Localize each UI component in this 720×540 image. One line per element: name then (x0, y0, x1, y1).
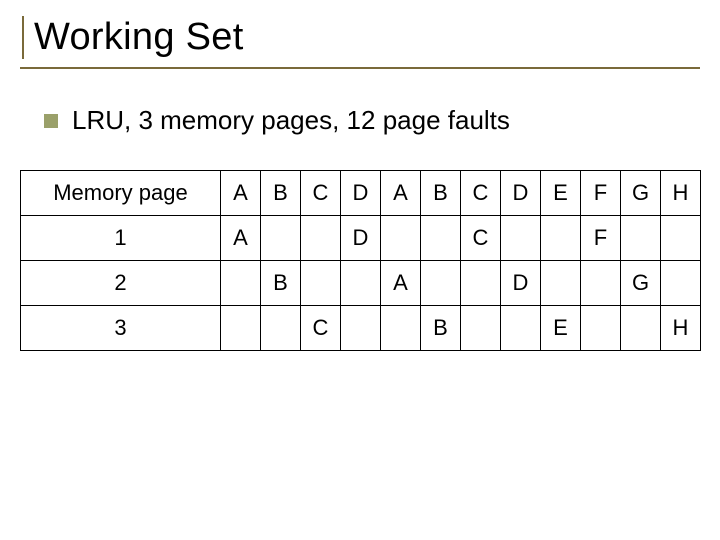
cell: D (341, 216, 381, 261)
cell (501, 306, 541, 351)
bullet-row: LRU, 3 memory pages, 12 page faults (44, 105, 700, 136)
cell (341, 261, 381, 306)
cell: A (221, 216, 261, 261)
col-header: B (261, 171, 301, 216)
row-label: 3 (21, 306, 221, 351)
cell: C (301, 306, 341, 351)
cell: A (381, 261, 421, 306)
cell (381, 306, 421, 351)
cell: C (461, 216, 501, 261)
cell (661, 261, 701, 306)
slide-title: Working Set (34, 16, 700, 59)
cell (341, 306, 381, 351)
cell (261, 216, 301, 261)
cell (461, 261, 501, 306)
bullet-text: LRU, 3 memory pages, 12 page faults (72, 105, 510, 136)
row-label: 1 (21, 216, 221, 261)
cell: D (501, 261, 541, 306)
cell (621, 306, 661, 351)
table-row: 1 A D C F (21, 216, 701, 261)
col-header: E (541, 171, 581, 216)
cell (421, 261, 461, 306)
cell: B (261, 261, 301, 306)
cell (221, 306, 261, 351)
memory-table: Memory page A B C D A B C D E F G H 1 A … (20, 170, 701, 351)
col-header: B (421, 171, 461, 216)
cell: B (421, 306, 461, 351)
cell (261, 306, 301, 351)
cell (501, 216, 541, 261)
col-header: C (461, 171, 501, 216)
cell (461, 306, 501, 351)
col-header: H (661, 171, 701, 216)
col-header: F (581, 171, 621, 216)
table-row: 2 B A D G (21, 261, 701, 306)
cell: G (621, 261, 661, 306)
table-row: 3 C B E H (21, 306, 701, 351)
square-bullet-icon (44, 114, 58, 128)
title-rule: Working Set (20, 14, 700, 69)
cell (221, 261, 261, 306)
header-label: Memory page (21, 171, 221, 216)
cell (301, 216, 341, 261)
col-header: A (381, 171, 421, 216)
col-header: D (341, 171, 381, 216)
cell: E (541, 306, 581, 351)
cell (581, 261, 621, 306)
col-header: C (301, 171, 341, 216)
cell (541, 261, 581, 306)
cell (581, 306, 621, 351)
cell (421, 216, 461, 261)
col-header: G (621, 171, 661, 216)
cell (301, 261, 341, 306)
cell (621, 216, 661, 261)
title-inner: Working Set (22, 16, 700, 59)
cell (541, 216, 581, 261)
cell: H (661, 306, 701, 351)
cell: F (581, 216, 621, 261)
row-label: 2 (21, 261, 221, 306)
col-header: A (221, 171, 261, 216)
col-header: D (501, 171, 541, 216)
table-header-row: Memory page A B C D A B C D E F G H (21, 171, 701, 216)
slide: Working Set LRU, 3 memory pages, 12 page… (0, 0, 720, 540)
cell (381, 216, 421, 261)
cell (661, 216, 701, 261)
